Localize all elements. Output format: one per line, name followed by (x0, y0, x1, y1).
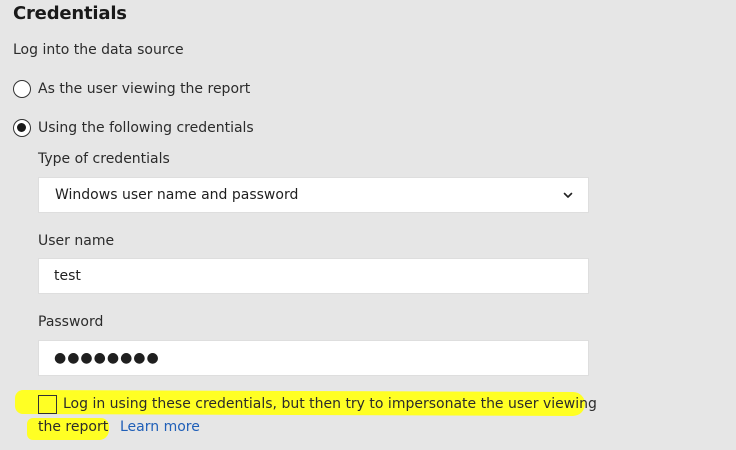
radio-label: Using the following credentials (38, 120, 254, 136)
radio-button-checked[interactable] (13, 119, 31, 137)
username-input[interactable]: test (38, 258, 589, 294)
section-subtitle: Log into the data source (13, 42, 184, 58)
chevron-down-icon (563, 192, 573, 198)
radio-option-following-credentials[interactable]: Using the following credentials (13, 117, 254, 139)
credential-type-value: Windows user name and password (55, 187, 299, 203)
impersonate-label: Log in using these credentials, but then… (63, 396, 597, 412)
password-label: Password (38, 314, 104, 330)
credential-type-select[interactable]: Windows user name and password (38, 177, 589, 213)
password-masked-value: ●●●●●●●● (54, 350, 160, 366)
radio-option-report-viewer[interactable]: As the user viewing the report (13, 78, 250, 100)
radio-button-unchecked[interactable] (13, 80, 31, 98)
username-label: User name (38, 233, 115, 249)
impersonate-label-continued: the report (38, 419, 109, 435)
password-input[interactable]: ●●●●●●●● (38, 340, 589, 376)
section-title: Credentials (13, 3, 127, 24)
learn-more-link[interactable]: Learn more (120, 419, 200, 435)
credential-type-label: Type of credentials (38, 151, 170, 167)
impersonate-checkbox[interactable] (38, 395, 57, 414)
credentials-panel: Credentials Log into the data source As … (0, 0, 736, 450)
radio-label: As the user viewing the report (38, 81, 251, 97)
username-value: test (54, 268, 81, 284)
